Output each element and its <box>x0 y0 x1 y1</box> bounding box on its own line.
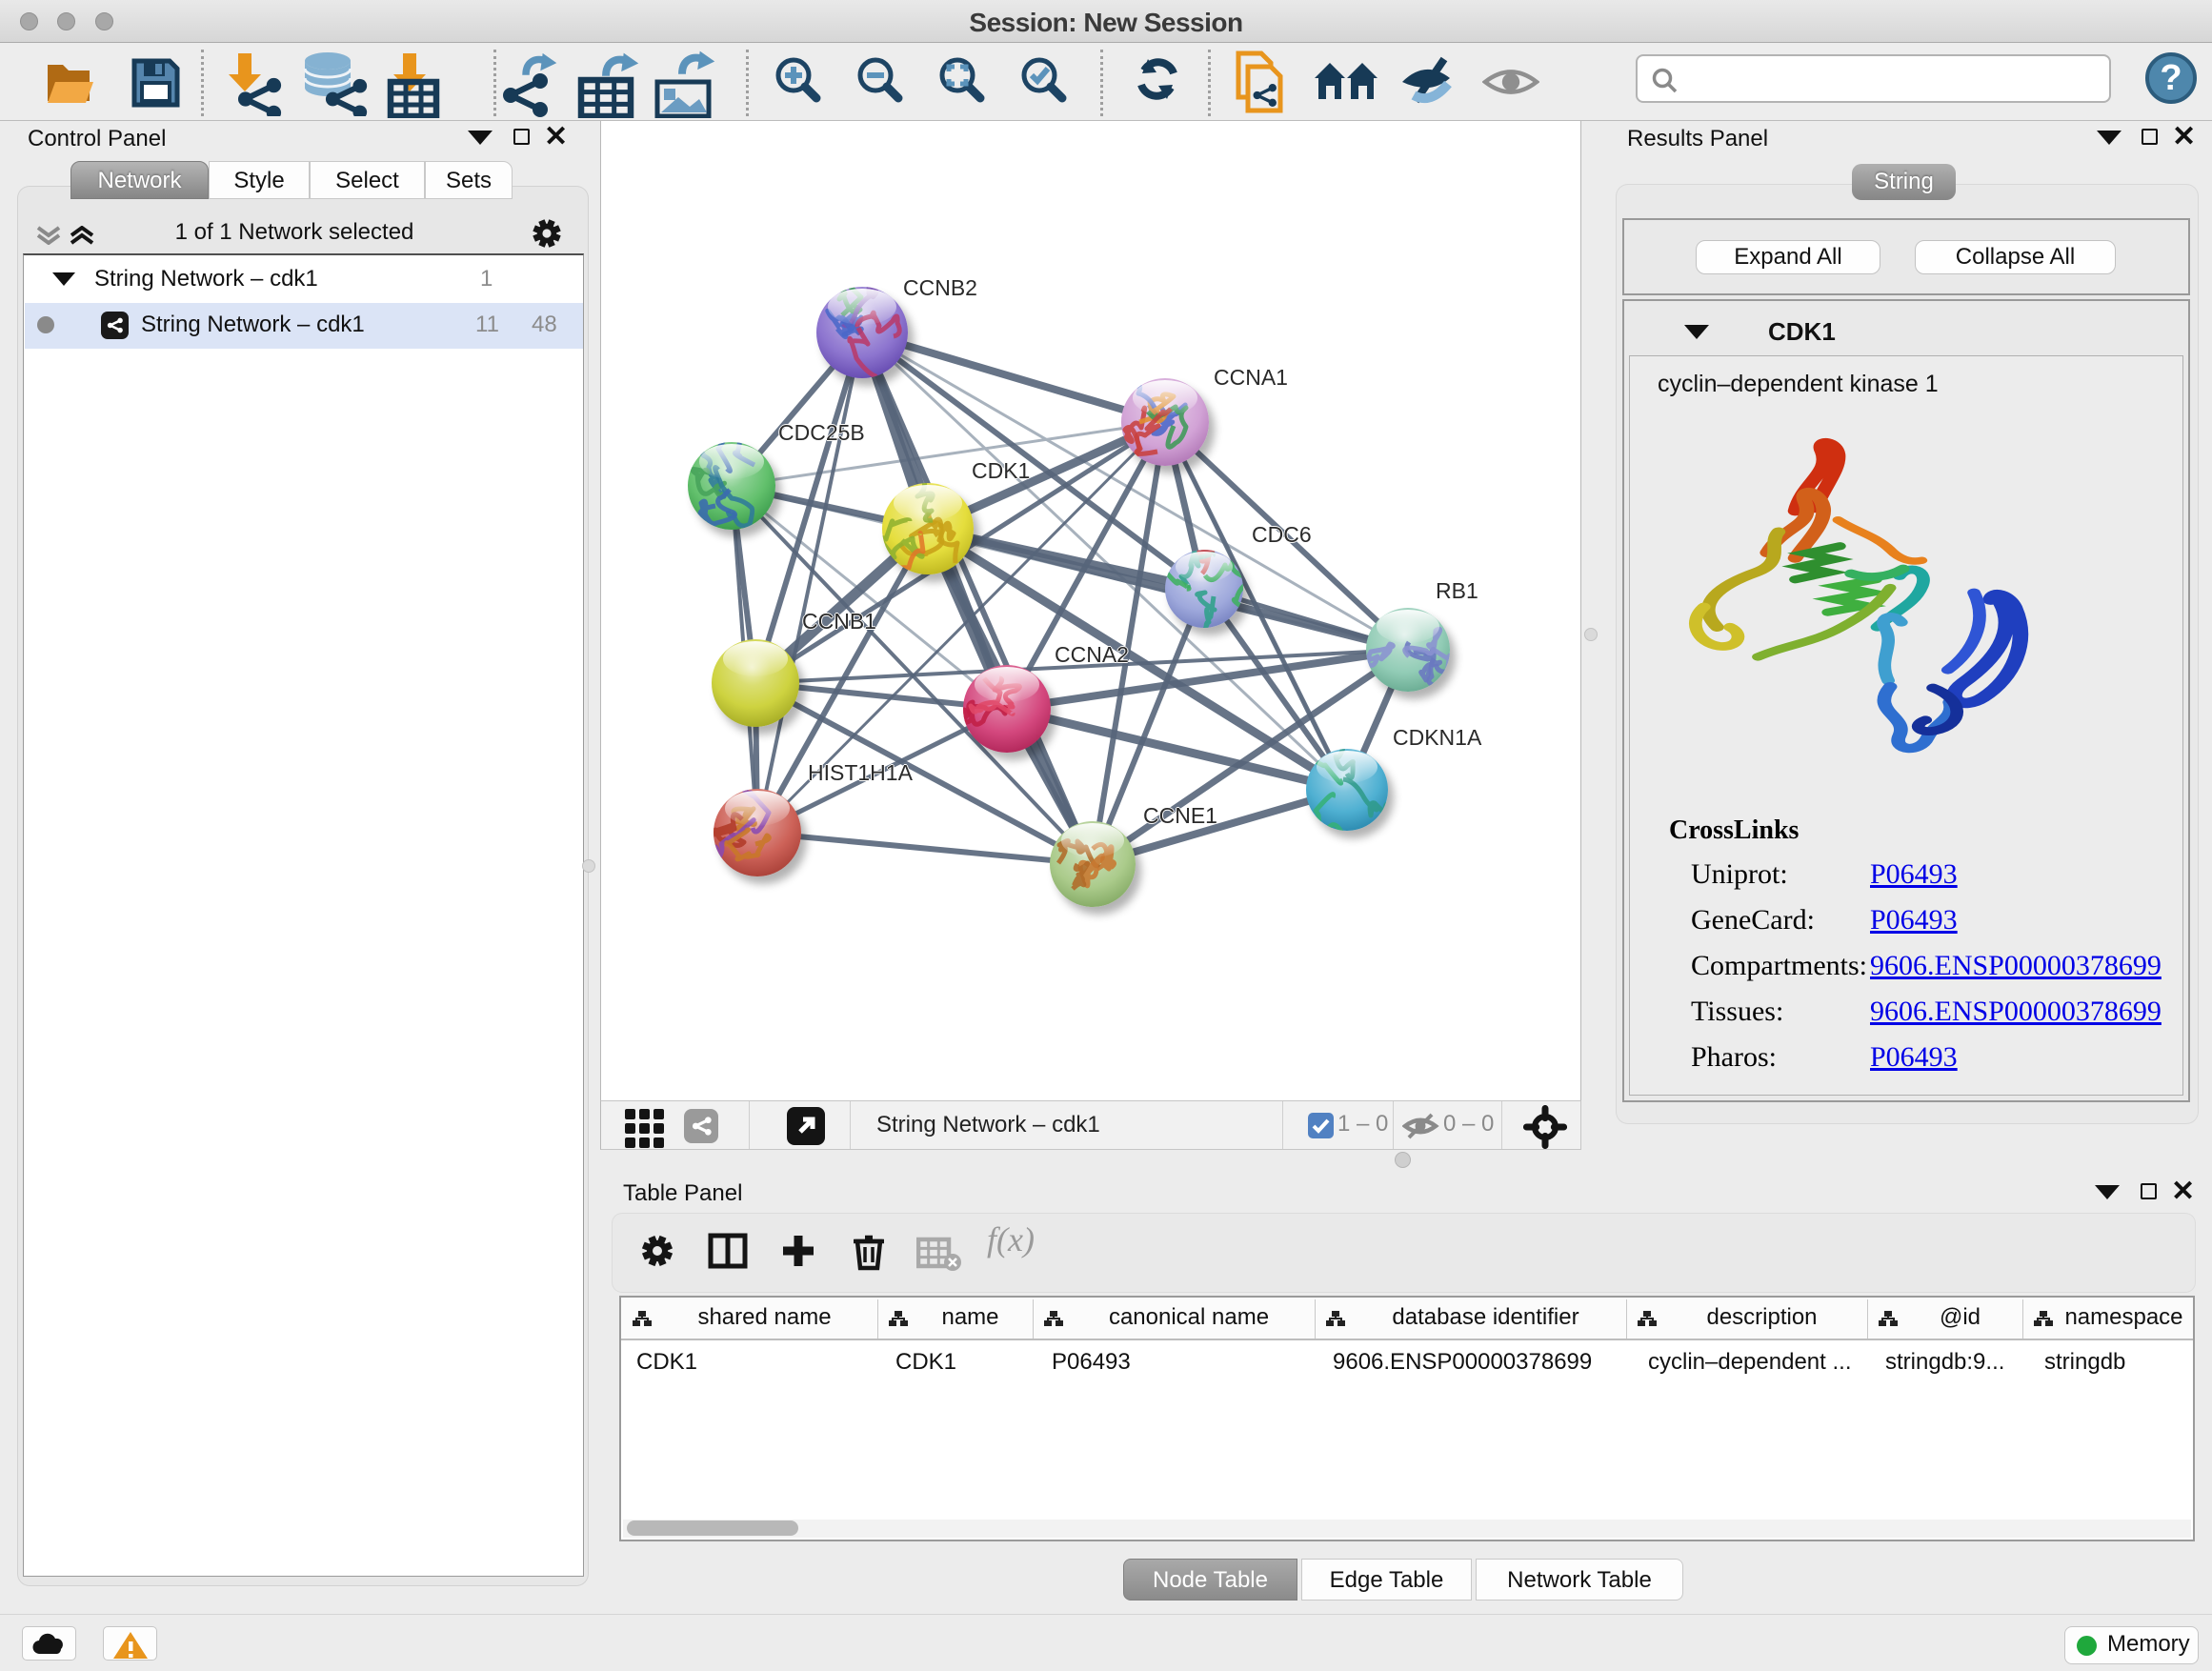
svg-text:?: ? <box>2160 58 2182 98</box>
